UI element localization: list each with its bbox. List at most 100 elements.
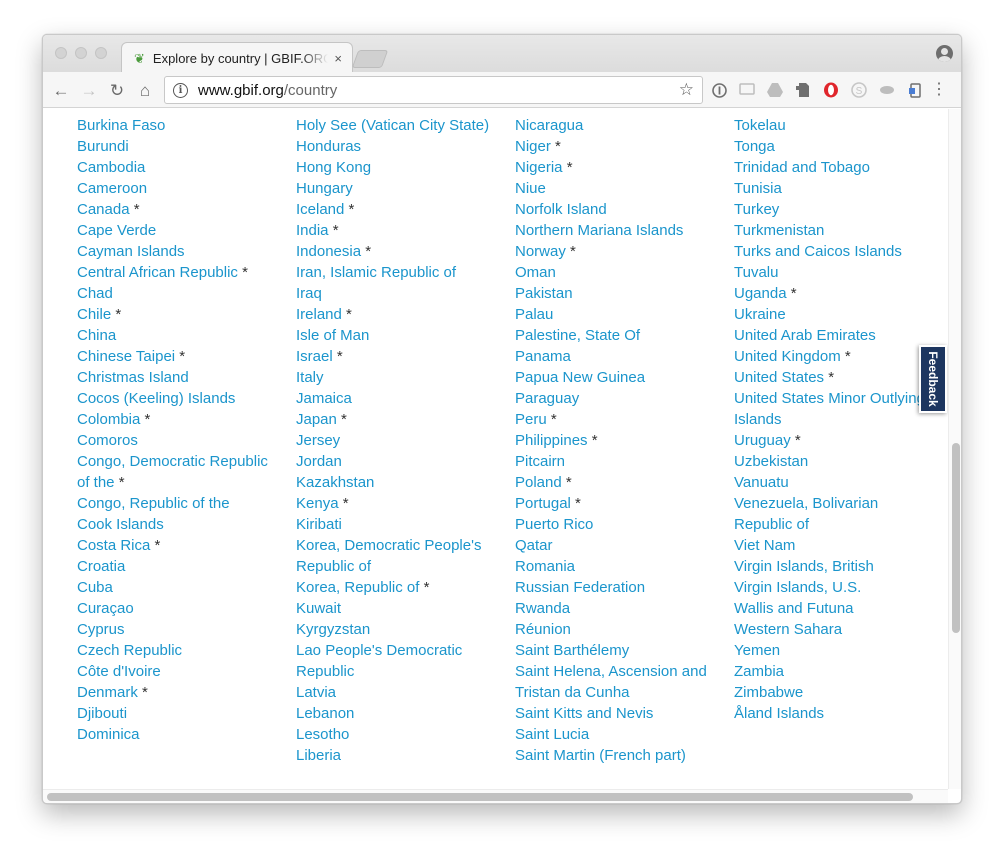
country-link[interactable]: Congo, Republic of the [77, 493, 282, 514]
country-link[interactable]: Virgin Islands, British [734, 556, 939, 577]
country-link[interactable]: Indonesia * [296, 241, 501, 262]
country-link[interactable]: Ireland * [296, 304, 501, 325]
feedback-button[interactable]: Feedback [919, 345, 947, 413]
country-link[interactable]: Iraq [296, 283, 501, 304]
country-link[interactable]: Kyrgyzstan [296, 619, 501, 640]
country-link[interactable]: Chinese Taipei * [77, 346, 282, 367]
extension-skype-icon[interactable]: S [851, 82, 867, 98]
country-link[interactable]: Jordan [296, 451, 501, 472]
country-link[interactable]: Tokelau [734, 115, 939, 136]
country-link[interactable]: Wallis and Futuna [734, 598, 939, 619]
country-link[interactable]: Canada * [77, 199, 282, 220]
country-link[interactable]: Palau [515, 304, 720, 325]
country-link[interactable]: Cyprus [77, 619, 282, 640]
country-link[interactable]: Saint Kitts and Nevis [515, 703, 720, 724]
country-link[interactable]: Niger * [515, 136, 720, 157]
country-link[interactable]: United States Minor Outlying Islands [734, 388, 939, 430]
country-link[interactable]: Nigeria * [515, 157, 720, 178]
country-link[interactable]: Iran, Islamic Republic of [296, 262, 501, 283]
country-link[interactable]: Curaçao [77, 598, 282, 619]
country-link[interactable]: Lebanon [296, 703, 501, 724]
country-link[interactable]: Niue [515, 178, 720, 199]
country-link[interactable]: Kazakhstan [296, 472, 501, 493]
country-link[interactable]: Zimbabwe [734, 682, 939, 703]
country-link[interactable]: Ukraine [734, 304, 939, 325]
site-info-icon[interactable]: i [173, 82, 188, 98]
country-link[interactable]: Denmark * [77, 682, 282, 703]
country-link[interactable]: Kenya * [296, 493, 501, 514]
profile-icon[interactable] [936, 45, 953, 62]
back-icon[interactable]: ← [51, 80, 71, 100]
country-link[interactable]: Jamaica [296, 388, 501, 409]
country-link[interactable]: Pakistan [515, 283, 720, 304]
country-link[interactable]: Chad [77, 283, 282, 304]
country-link[interactable]: Uruguay * [734, 430, 939, 451]
country-link[interactable]: Poland * [515, 472, 720, 493]
country-link[interactable]: Venezuela, Bolivarian Republic of [734, 493, 939, 535]
country-link[interactable]: United States * [734, 367, 939, 388]
minimize-window-button[interactable] [75, 47, 87, 59]
browser-menu-icon[interactable]: ⋮ [931, 82, 947, 98]
extension-hand-icon[interactable] [907, 82, 923, 98]
country-link[interactable]: Paraguay [515, 388, 720, 409]
country-link[interactable]: Hong Kong [296, 157, 501, 178]
country-link[interactable]: Latvia [296, 682, 501, 703]
country-link[interactable]: Kuwait [296, 598, 501, 619]
country-link[interactable]: Lao People's Democratic Republic [296, 640, 501, 682]
country-link[interactable]: Dominica [77, 724, 282, 745]
extension-cast-icon[interactable] [739, 82, 755, 98]
country-link[interactable]: Rwanda [515, 598, 720, 619]
country-link[interactable]: Trinidad and Tobago [734, 157, 939, 178]
zoom-window-button[interactable] [95, 47, 107, 59]
country-link[interactable]: Congo, Democratic Republic of the * [77, 451, 282, 493]
country-link[interactable]: India * [296, 220, 501, 241]
country-link[interactable]: Chile * [77, 304, 282, 325]
country-link[interactable]: Norway * [515, 241, 720, 262]
country-link[interactable]: China [77, 325, 282, 346]
extension-eye-icon[interactable] [879, 82, 895, 98]
bookmark-star-icon[interactable]: ☆ [679, 80, 694, 100]
country-link[interactable]: Italy [296, 367, 501, 388]
close-window-button[interactable] [55, 47, 67, 59]
country-link[interactable]: Liberia [296, 745, 501, 766]
country-link[interactable]: Turkey [734, 199, 939, 220]
country-link[interactable]: Honduras [296, 136, 501, 157]
country-link[interactable]: Virgin Islands, U.S. [734, 577, 939, 598]
country-link[interactable]: Holy See (Vatican City State) [296, 115, 501, 136]
country-link[interactable]: Uzbekistan [734, 451, 939, 472]
country-link[interactable]: Cocos (Keeling) Islands [77, 388, 282, 409]
country-link[interactable]: Puerto Rico [515, 514, 720, 535]
country-link[interactable]: Saint Lucia [515, 724, 720, 745]
country-link[interactable]: Christmas Island [77, 367, 282, 388]
country-link[interactable]: Central African Republic * [77, 262, 282, 283]
browser-tab-active[interactable]: ❦ Explore by country | GBIF.ORG × [121, 42, 353, 73]
tab-close-icon[interactable]: × [334, 51, 342, 66]
home-icon[interactable]: ⌂ [135, 80, 155, 100]
country-link[interactable]: Kiribati [296, 514, 501, 535]
country-link[interactable]: Cook Islands [77, 514, 282, 535]
country-link[interactable]: Saint Martin (French part) [515, 745, 720, 766]
country-link[interactable]: Korea, Democratic People's Republic of [296, 535, 501, 577]
horizontal-scrollbar-thumb[interactable] [47, 793, 913, 801]
country-link[interactable]: Lesotho [296, 724, 501, 745]
country-link[interactable]: Pitcairn [515, 451, 720, 472]
country-link[interactable]: Norfolk Island [515, 199, 720, 220]
country-link[interactable]: Burundi [77, 136, 282, 157]
country-link[interactable]: Djibouti [77, 703, 282, 724]
country-link[interactable]: Yemen [734, 640, 939, 661]
forward-icon[interactable]: → [79, 80, 99, 100]
country-link[interactable]: Palestine, State Of [515, 325, 720, 346]
country-link[interactable]: Côte d'Ivoire [77, 661, 282, 682]
country-link[interactable]: Cuba [77, 577, 282, 598]
country-link[interactable]: Western Sahara [734, 619, 939, 640]
reload-icon[interactable]: ↻ [107, 80, 127, 100]
address-bar[interactable]: i www.gbif.org/country ☆ [164, 76, 703, 104]
country-link[interactable]: Viet Nam [734, 535, 939, 556]
country-link[interactable]: Saint Helena, Ascension and Tristan da C… [515, 661, 720, 703]
country-link[interactable]: Burkina Faso [77, 115, 282, 136]
country-link[interactable]: Cape Verde [77, 220, 282, 241]
country-link[interactable]: Zambia [734, 661, 939, 682]
country-link[interactable]: Uganda * [734, 283, 939, 304]
country-link[interactable]: Panama [515, 346, 720, 367]
country-link[interactable]: Åland Islands [734, 703, 939, 724]
